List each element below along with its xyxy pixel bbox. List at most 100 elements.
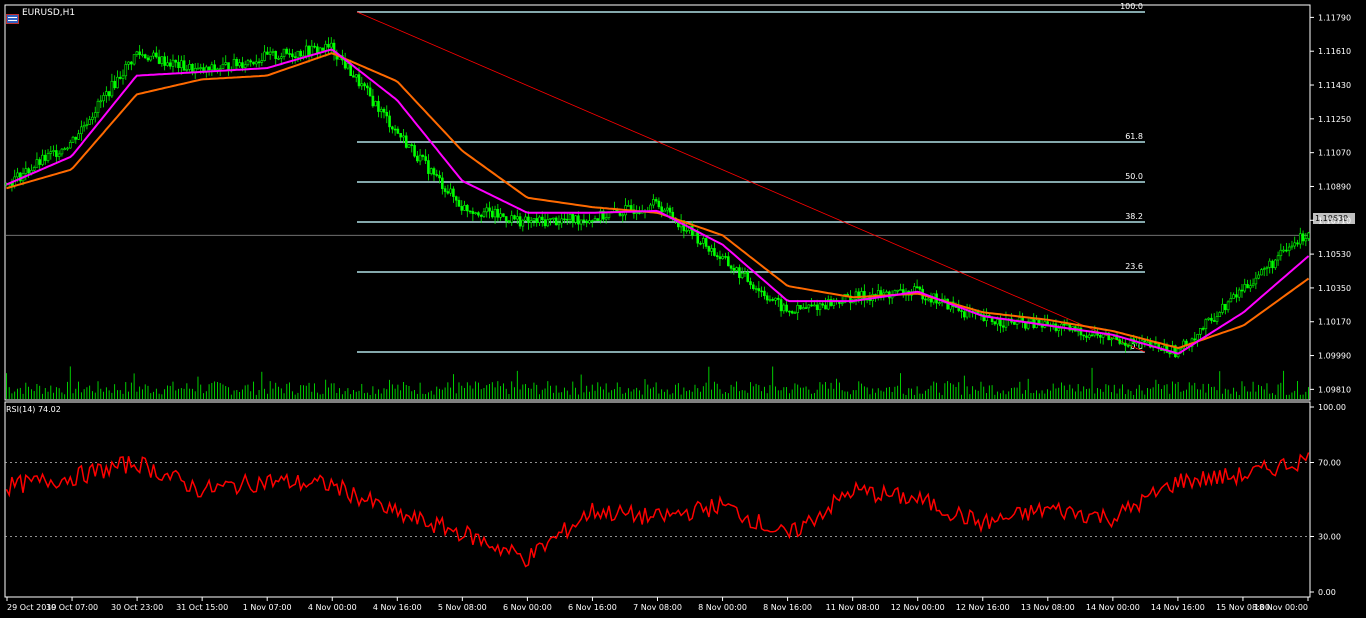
candle-body xyxy=(696,231,700,244)
candle-body xyxy=(35,159,39,168)
price-tick-label: 1.11790 xyxy=(1318,13,1351,22)
candle-body xyxy=(590,220,594,222)
candle-body xyxy=(288,53,291,55)
candle-body xyxy=(807,304,811,309)
candle-body xyxy=(321,47,325,51)
candle-body xyxy=(168,62,172,67)
price-tick-label: 1.11070 xyxy=(1318,149,1351,158)
candle-body xyxy=(246,60,250,66)
candle-body xyxy=(965,310,969,318)
candle-body xyxy=(629,205,633,210)
candle-body xyxy=(252,61,255,65)
candle-body xyxy=(182,60,186,71)
rsi-tick-label: 0.00 xyxy=(1318,588,1336,597)
candle-body xyxy=(699,242,702,245)
candle-body xyxy=(457,199,461,207)
candle-body xyxy=(418,154,422,162)
price-tick-label: 1.11250 xyxy=(1318,115,1351,124)
candle-body xyxy=(366,85,369,89)
candle-body xyxy=(504,216,508,222)
candle-body xyxy=(715,255,719,258)
candle-body xyxy=(899,289,902,291)
candle-body xyxy=(449,188,452,194)
candle-body xyxy=(407,144,411,148)
candle-body xyxy=(543,219,547,227)
candle-body xyxy=(607,212,611,218)
candle-body xyxy=(513,215,516,220)
candle-body xyxy=(313,45,316,48)
candle-body xyxy=(1307,232,1310,239)
candle-body xyxy=(1018,317,1022,321)
candle-body xyxy=(27,168,30,174)
candle-body xyxy=(385,111,389,117)
time-tick-label: 18 Nov 00:00 xyxy=(1254,603,1308,612)
candle-body xyxy=(799,304,802,310)
candle-body xyxy=(732,268,736,271)
fast-moving-average-line xyxy=(6,48,1310,355)
candle-body xyxy=(729,265,733,269)
time-tick-label: 5 Nov 08:00 xyxy=(438,603,487,612)
candle-body xyxy=(502,213,505,217)
candle-body xyxy=(1232,294,1235,299)
candle-body xyxy=(146,57,150,61)
chart-canvas[interactable]: 1.11790 1.11610 1.11430 1.11250 1.11070 1.108… xyxy=(0,0,1366,618)
candle-body xyxy=(293,56,297,58)
candle-body xyxy=(721,256,725,259)
candle-body xyxy=(738,267,741,278)
candle-body xyxy=(41,154,44,165)
candle-body xyxy=(388,115,391,128)
candle-body xyxy=(763,290,766,297)
candle-body xyxy=(1210,317,1213,321)
candle-body xyxy=(490,210,494,218)
candle-body xyxy=(1087,334,1091,338)
candle-body xyxy=(577,215,580,225)
fib-level-label: 38.2 xyxy=(1125,212,1143,221)
candle-body xyxy=(751,284,755,289)
candle-body xyxy=(938,302,941,304)
candle-body xyxy=(557,222,561,226)
candle-body xyxy=(435,174,439,176)
candle-body xyxy=(52,150,55,152)
candle-body xyxy=(1249,285,1252,289)
candle-body xyxy=(538,216,541,223)
candle-body xyxy=(241,62,244,68)
candle-body xyxy=(441,177,444,189)
candle-body xyxy=(452,188,455,197)
candle-body xyxy=(424,156,427,161)
candle-body xyxy=(879,290,883,295)
candle-body xyxy=(143,54,147,59)
candle-body xyxy=(180,60,183,69)
candle-body xyxy=(221,64,225,69)
candle-body xyxy=(66,147,69,150)
candle-body xyxy=(735,267,738,271)
candle-body xyxy=(1262,268,1266,270)
price-tick-label: 1.10170 xyxy=(1318,318,1351,327)
candle-body xyxy=(943,298,947,301)
candle-body xyxy=(296,50,300,58)
candle-body xyxy=(529,220,533,223)
candle-body xyxy=(563,218,566,221)
candle-body xyxy=(660,206,663,213)
candle-body xyxy=(621,214,625,217)
candle-body xyxy=(1254,277,1258,285)
fib-level-label: 100.0 xyxy=(1120,2,1143,11)
candle-body xyxy=(363,83,366,87)
candle-body xyxy=(926,298,930,301)
candle-body xyxy=(299,50,303,57)
price-tick-label: 1.11610 xyxy=(1318,47,1351,56)
candle-body xyxy=(157,56,161,64)
candle-body xyxy=(285,48,289,54)
candle-body xyxy=(668,207,672,213)
candle-body xyxy=(479,214,483,217)
candle-body xyxy=(404,135,408,148)
candle-body xyxy=(1304,238,1308,242)
candle-body xyxy=(810,304,813,307)
candle-body xyxy=(482,211,486,217)
candle-body xyxy=(77,133,80,140)
candle-body xyxy=(268,51,272,55)
candle-body xyxy=(463,205,466,211)
candle-body xyxy=(665,207,669,211)
candle-body xyxy=(1146,341,1149,344)
candle-body xyxy=(116,76,119,89)
candle-body xyxy=(438,175,441,179)
